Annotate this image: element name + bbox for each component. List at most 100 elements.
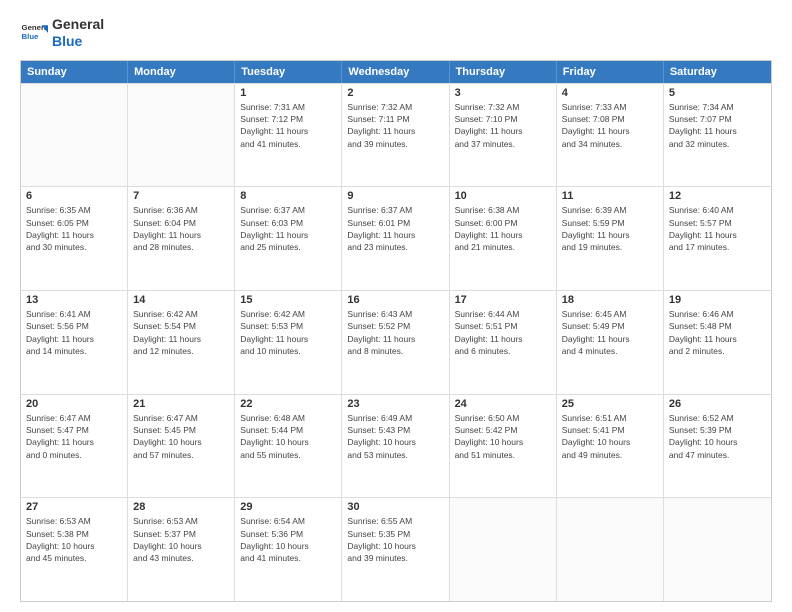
day-number: 10 [455,190,551,202]
calendar-cell: 30 Sunrise: 6:55 AM Sunset: 5:35 PM Dayli… [342,498,449,601]
day-info: Sunrise: 6:48 AM Sunset: 5:44 PM Dayligh… [240,412,336,461]
calendar-cell: 23 Sunrise: 6:49 AM Sunset: 5:43 PM Dayli… [342,395,449,498]
calendar-cell: 26Sunrise: 6:52 AM Sunset: 5:39 PM Dayli… [664,395,771,498]
calendar-cell: 16 Sunrise: 6:43 AM Sunset: 5:52 PM Dayli… [342,291,449,394]
day-info: Sunrise: 6:39 AM Sunset: 5:59 PM Dayligh… [562,204,658,253]
day-number: 3 [455,87,551,99]
day-info: Sunrise: 6:41 AM Sunset: 5:56 PM Dayligh… [26,308,122,357]
day-info: Sunrise: 6:53 AM Sunset: 5:38 PM Dayligh… [26,515,122,564]
day-info: Sunrise: 6:37 AM Sunset: 6:01 PM Dayligh… [347,204,443,253]
day-number: 28 [133,501,229,513]
day-number: 19 [669,294,766,306]
day-number: 12 [669,190,766,202]
calendar-cell: 9 Sunrise: 6:37 AM Sunset: 6:01 PM Daylig… [342,187,449,290]
day-info: Sunrise: 7:32 AM Sunset: 7:10 PM Dayligh… [455,101,551,150]
calendar-row: 20Sunrise: 6:47 AM Sunset: 5:47 PM Dayli… [21,394,771,498]
day-info: Sunrise: 6:40 AM Sunset: 5:57 PM Dayligh… [669,204,766,253]
day-number: 15 [240,294,336,306]
calendar-cell: 14Sunrise: 6:42 AM Sunset: 5:54 PM Dayli… [128,291,235,394]
calendar-cell [21,84,128,187]
day-number: 23 [347,398,443,410]
day-info: Sunrise: 6:50 AM Sunset: 5:42 PM Dayligh… [455,412,551,461]
calendar-cell: 13 Sunrise: 6:41 AM Sunset: 5:56 PM Dayli… [21,291,128,394]
day-number: 25 [562,398,658,410]
day-info: Sunrise: 6:53 AM Sunset: 5:37 PM Dayligh… [133,515,229,564]
day-info: Sunrise: 6:49 AM Sunset: 5:43 PM Dayligh… [347,412,443,461]
calendar-header-row: SundayMondayTuesdayWednesdayThursdayFrid… [21,61,771,83]
day-number: 7 [133,190,229,202]
day-number: 21 [133,398,229,410]
day-number: 1 [240,87,336,99]
calendar-header-cell: Tuesday [235,61,342,83]
calendar-cell: 7 Sunrise: 6:36 AM Sunset: 6:04 PM Daylig… [128,187,235,290]
day-number: 8 [240,190,336,202]
calendar-header-cell: Wednesday [342,61,449,83]
day-number: 9 [347,190,443,202]
calendar-cell [664,498,771,601]
calendar-cell: 6Sunrise: 6:35 AM Sunset: 6:05 PM Daylig… [21,187,128,290]
day-info: Sunrise: 7:31 AM Sunset: 7:12 PM Dayligh… [240,101,336,150]
day-number: 17 [455,294,551,306]
day-number: 16 [347,294,443,306]
day-number: 5 [669,87,766,99]
calendar-row: 1 Sunrise: 7:31 AM Sunset: 7:12 PM Daylig… [21,83,771,187]
calendar-cell: 27 Sunrise: 6:53 AM Sunset: 5:38 PM Dayli… [21,498,128,601]
day-info: Sunrise: 6:55 AM Sunset: 5:35 PM Dayligh… [347,515,443,564]
calendar-cell: 5 Sunrise: 7:34 AM Sunset: 7:07 PM Daylig… [664,84,771,187]
calendar-header-cell: Friday [557,61,664,83]
calendar-row: 27 Sunrise: 6:53 AM Sunset: 5:38 PM Dayli… [21,497,771,601]
calendar-cell: 10Sunrise: 6:38 AM Sunset: 6:00 PM Dayli… [450,187,557,290]
calendar-header-cell: Sunday [21,61,128,83]
calendar-cell: 28 Sunrise: 6:53 AM Sunset: 5:37 PM Dayli… [128,498,235,601]
day-info: Sunrise: 6:43 AM Sunset: 5:52 PM Dayligh… [347,308,443,357]
logo: General Blue General Blue [20,16,104,50]
day-info: Sunrise: 6:46 AM Sunset: 5:48 PM Dayligh… [669,308,766,357]
day-info: Sunrise: 6:37 AM Sunset: 6:03 PM Dayligh… [240,204,336,253]
day-info: Sunrise: 6:36 AM Sunset: 6:04 PM Dayligh… [133,204,229,253]
calendar-cell: 24 Sunrise: 6:50 AM Sunset: 5:42 PM Dayli… [450,395,557,498]
calendar-cell: 29Sunrise: 6:54 AM Sunset: 5:36 PM Dayli… [235,498,342,601]
calendar-cell: 2 Sunrise: 7:32 AM Sunset: 7:11 PM Daylig… [342,84,449,187]
calendar-cell: 12 Sunrise: 6:40 AM Sunset: 5:57 PM Dayli… [664,187,771,290]
calendar-body: 1 Sunrise: 7:31 AM Sunset: 7:12 PM Daylig… [21,83,771,601]
day-number: 30 [347,501,443,513]
svg-text:Blue: Blue [22,32,40,41]
day-info: Sunrise: 6:47 AM Sunset: 5:45 PM Dayligh… [133,412,229,461]
calendar-cell: 11Sunrise: 6:39 AM Sunset: 5:59 PM Dayli… [557,187,664,290]
calendar-cell: 17 Sunrise: 6:44 AM Sunset: 5:51 PM Dayli… [450,291,557,394]
logo-text: General Blue [52,16,104,50]
calendar-cell: 18 Sunrise: 6:45 AM Sunset: 5:49 PM Dayli… [557,291,664,394]
day-number: 24 [455,398,551,410]
calendar-cell: 8 Sunrise: 6:37 AM Sunset: 6:03 PM Daylig… [235,187,342,290]
calendar-header-cell: Thursday [450,61,557,83]
day-info: Sunrise: 6:42 AM Sunset: 5:53 PM Dayligh… [240,308,336,357]
calendar-cell: 1 Sunrise: 7:31 AM Sunset: 7:12 PM Daylig… [235,84,342,187]
day-number: 27 [26,501,122,513]
day-number: 4 [562,87,658,99]
calendar-row: 13 Sunrise: 6:41 AM Sunset: 5:56 PM Dayli… [21,290,771,394]
day-info: Sunrise: 7:32 AM Sunset: 7:11 PM Dayligh… [347,101,443,150]
day-info: Sunrise: 6:44 AM Sunset: 5:51 PM Dayligh… [455,308,551,357]
calendar-row: 6Sunrise: 6:35 AM Sunset: 6:05 PM Daylig… [21,186,771,290]
day-info: Sunrise: 6:35 AM Sunset: 6:05 PM Dayligh… [26,204,122,253]
calendar-cell [450,498,557,601]
calendar-cell: 4 Sunrise: 7:33 AM Sunset: 7:08 PM Daylig… [557,84,664,187]
day-number: 2 [347,87,443,99]
page: General Blue General Blue SundayMondayTu… [0,0,792,612]
day-info: Sunrise: 6:47 AM Sunset: 5:47 PM Dayligh… [26,412,122,461]
calendar-cell: 21 Sunrise: 6:47 AM Sunset: 5:45 PM Dayli… [128,395,235,498]
calendar-header-cell: Saturday [664,61,771,83]
calendar-cell: 3 Sunrise: 7:32 AM Sunset: 7:10 PM Daylig… [450,84,557,187]
day-info: Sunrise: 7:34 AM Sunset: 7:07 PM Dayligh… [669,101,766,150]
day-number: 18 [562,294,658,306]
calendar-header-cell: Monday [128,61,235,83]
day-number: 26 [669,398,766,410]
day-info: Sunrise: 6:54 AM Sunset: 5:36 PM Dayligh… [240,515,336,564]
day-info: Sunrise: 6:45 AM Sunset: 5:49 PM Dayligh… [562,308,658,357]
calendar-cell [128,84,235,187]
day-number: 13 [26,294,122,306]
calendar-cell [557,498,664,601]
day-info: Sunrise: 7:33 AM Sunset: 7:08 PM Dayligh… [562,101,658,150]
calendar-cell: 25Sunrise: 6:51 AM Sunset: 5:41 PM Dayli… [557,395,664,498]
calendar: SundayMondayTuesdayWednesdayThursdayFrid… [20,60,772,602]
